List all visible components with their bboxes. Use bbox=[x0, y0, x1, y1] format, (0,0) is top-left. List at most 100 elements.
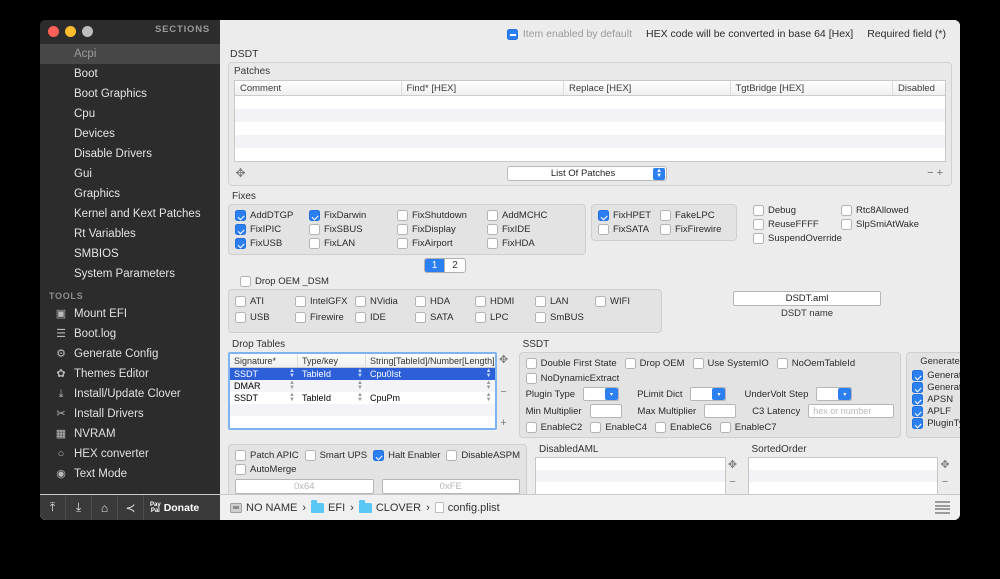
fix-fixshutdown-checkbox[interactable] bbox=[397, 209, 408, 221]
drop-tables-cell-typekey[interactable]: ▲ ▼ bbox=[298, 380, 366, 392]
pager-page-2[interactable]: 2 bbox=[445, 259, 465, 272]
export-icon[interactable]: ⤓ bbox=[66, 494, 92, 520]
device-usb-checkbox[interactable] bbox=[235, 311, 246, 323]
ssdt-enablec2-checkbox[interactable] bbox=[525, 421, 537, 433]
fix-fixusb-row[interactable]: FixUSB bbox=[235, 237, 309, 249]
fix-fixide-row[interactable]: FixIDE bbox=[487, 223, 567, 235]
genopt-generate-cstates-checkbox[interactable] bbox=[912, 381, 924, 393]
misc-smart-ups-row[interactable]: Smart UPS bbox=[304, 449, 367, 461]
device-usb-row[interactable]: USB bbox=[235, 311, 295, 323]
genopt-plugintype-checkbox[interactable] bbox=[912, 417, 924, 429]
ssdt-nodynamicextract-row[interactable]: NoDynamicExtract bbox=[525, 372, 619, 384]
list-of-patches-dropdown[interactable]: List Of Patches ▲ ▼ bbox=[507, 165, 668, 181]
ssdt-enablec6-checkbox[interactable] bbox=[655, 421, 667, 433]
max-multiplier-input[interactable] bbox=[704, 404, 737, 418]
genopt-aplf-checkbox[interactable] bbox=[912, 405, 924, 417]
min-multiplier-input[interactable] bbox=[589, 404, 622, 418]
device-sata-checkbox[interactable] bbox=[415, 311, 426, 323]
move-handle-icon[interactable]: ✥ bbox=[940, 458, 949, 471]
plimit-dict-dropdown[interactable]: ▾ bbox=[690, 387, 727, 401]
fix-addmchc-checkbox[interactable] bbox=[487, 209, 498, 221]
misc-disableaspm-row[interactable]: DisableASPM bbox=[446, 449, 520, 461]
opt-suspendoverride-checkbox[interactable] bbox=[753, 232, 764, 244]
remove-item-button[interactable]: − bbox=[942, 476, 948, 488]
tool-item-themes-editor[interactable]: ✿ Themes Editor bbox=[40, 364, 220, 384]
item-enabled-default-row[interactable]: Item enabled by default bbox=[506, 28, 632, 40]
ssdt-double-first-state-row[interactable]: Double First State bbox=[525, 357, 617, 369]
stepper-icon[interactable]: ▲ ▼ bbox=[357, 368, 363, 379]
minimize-button[interactable] bbox=[65, 25, 76, 37]
fix-fixide-checkbox[interactable] bbox=[487, 223, 498, 235]
patches-table-row[interactable] bbox=[235, 122, 945, 135]
c3-latency-input[interactable]: hex or number bbox=[808, 404, 895, 418]
add-row-button[interactable]: + bbox=[500, 417, 506, 429]
plugin-type-dropdown[interactable]: ▾ bbox=[583, 387, 620, 401]
genopt-aplf-row[interactable]: APLF bbox=[912, 405, 960, 417]
device-smbus-checkbox[interactable] bbox=[535, 311, 546, 323]
ssdt-enablec4-checkbox[interactable] bbox=[590, 421, 602, 433]
tool-item-generate-config[interactable]: ⚙ Generate Config bbox=[40, 344, 220, 364]
patches-column-header[interactable]: TgtBridge [HEX] bbox=[731, 81, 893, 95]
tool-item-boot-log[interactable]: ☰ Boot.log bbox=[40, 324, 220, 344]
stepper-icon[interactable]: ▲ ▼ bbox=[289, 392, 295, 403]
device-lan-row[interactable]: LAN bbox=[535, 295, 595, 307]
drop-tables-controls[interactable]: ✥ − + bbox=[497, 352, 511, 430]
ssdt-enablec7-row[interactable]: EnableC7 bbox=[719, 421, 777, 433]
fix-fixlan-checkbox[interactable] bbox=[309, 237, 320, 249]
tool-item-text-mode[interactable]: ◉ Text Mode bbox=[40, 464, 220, 484]
sidebar-item-graphics[interactable]: Graphics bbox=[40, 184, 220, 204]
opt-rtc8allowed-checkbox[interactable] bbox=[841, 204, 852, 216]
ssdt-enablec4-row[interactable]: EnableC4 bbox=[590, 421, 647, 433]
fix-fixdisplay-checkbox[interactable] bbox=[397, 223, 408, 235]
opt-debug-row[interactable]: Debug bbox=[753, 204, 831, 216]
device-hda-checkbox[interactable] bbox=[415, 295, 426, 307]
fix-fixshutdown-row[interactable]: FixShutdown bbox=[397, 209, 487, 221]
genopt-generate-pstates-row[interactable]: Generate PStates bbox=[912, 369, 960, 381]
add-item-button[interactable]: + bbox=[942, 492, 948, 494]
remove-row-button[interactable]: − bbox=[500, 386, 506, 398]
device-ide-checkbox[interactable] bbox=[355, 311, 366, 323]
opt-reuseffff-row[interactable]: ReuseFFFF bbox=[753, 218, 831, 230]
sidebar-item-devices[interactable]: Devices bbox=[40, 124, 220, 144]
drop-tables-cell-signature[interactable]: SSDT ▲ ▼ bbox=[230, 392, 298, 404]
fix-fixlan-row[interactable]: FixLAN bbox=[309, 237, 397, 249]
sidebar-item-rt-variables[interactable]: Rt Variables bbox=[40, 224, 220, 244]
sidebar-item-gui[interactable]: Gui bbox=[40, 164, 220, 184]
drop-tables-body[interactable]: SSDT ▲ ▼ TableId ▲ ▼ Cpu0Ist ▲ ▼ DMAR ▲ ▼ ▲ ▼ ▲ ▼ SSDT ▲ ▼… bbox=[230, 368, 495, 428]
patches-column-header[interactable]: Replace [HEX] bbox=[564, 81, 731, 95]
sidebar-item-boot[interactable]: Boot bbox=[40, 64, 220, 84]
stepper-icon[interactable]: ▲ ▼ bbox=[289, 368, 295, 379]
patches-table-row[interactable] bbox=[235, 135, 945, 148]
genopt-apsn-checkbox[interactable] bbox=[912, 393, 924, 405]
device-ide-row[interactable]: IDE bbox=[355, 311, 415, 323]
drop-tables-row[interactable]: SSDT ▲ ▼ TableId ▲ ▼ Cpu0Ist ▲ ▼ bbox=[230, 368, 495, 380]
misc-smart-ups-checkbox[interactable] bbox=[304, 449, 316, 461]
breadcrumb-item-file[interactable]: config.plist bbox=[434, 502, 500, 514]
breadcrumb-item-efi[interactable]: EFI bbox=[311, 500, 345, 514]
fixes-pager[interactable]: 1 2 bbox=[424, 258, 466, 273]
device-hda-row[interactable]: HDA bbox=[415, 295, 475, 307]
move-handle-icon[interactable]: ✥ bbox=[234, 166, 247, 180]
fix-fixsata-checkbox[interactable] bbox=[598, 223, 609, 235]
genopt-generate-cstates-row[interactable]: Generate CStates bbox=[912, 381, 960, 393]
fix-adddtgp-checkbox[interactable] bbox=[235, 209, 246, 221]
stepper-icon[interactable]: ▲ ▼ bbox=[289, 380, 295, 391]
chevron-updown-icon[interactable]: ▲ ▼ bbox=[653, 167, 666, 180]
drop-tables-row[interactable]: SSDT ▲ ▼ TableId ▲ ▼ CpuPm ▲ ▼ bbox=[230, 392, 495, 404]
stepper-icon[interactable]: ▲ ▼ bbox=[357, 380, 363, 391]
hamburger-menu-icon[interactable] bbox=[935, 501, 950, 514]
window-controls[interactable] bbox=[48, 25, 93, 37]
sidebar-item-acpi[interactable]: Acpi bbox=[40, 44, 220, 64]
device-nvidia-checkbox[interactable] bbox=[355, 295, 366, 307]
disabled-aml-row[interactable] bbox=[536, 458, 725, 470]
sorted-order-row[interactable] bbox=[748, 470, 937, 482]
genopt-generate-pstates-checkbox[interactable] bbox=[912, 369, 924, 381]
device-hdmi-checkbox[interactable] bbox=[475, 295, 486, 307]
tool-item-hex-converter[interactable]: ○ HEX converter bbox=[40, 444, 220, 464]
fix-adddtgp-row[interactable]: AddDTGP bbox=[235, 209, 309, 221]
disabled-aml-row[interactable] bbox=[536, 470, 725, 482]
sorted-order-row[interactable] bbox=[749, 458, 938, 470]
remove-item-button[interactable]: − bbox=[729, 476, 735, 488]
move-handle-icon[interactable]: ✥ bbox=[499, 353, 508, 366]
patches-column-header[interactable]: Comment bbox=[235, 81, 402, 95]
